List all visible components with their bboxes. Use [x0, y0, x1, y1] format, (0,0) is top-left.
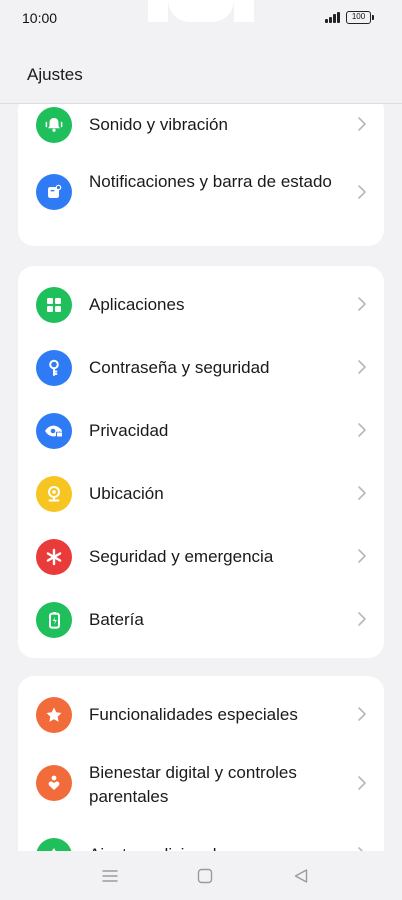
settings-item-label: Funcionalidades especiales	[89, 705, 298, 724]
apps-grid-icon	[36, 287, 72, 323]
page-header: Ajustes	[0, 38, 402, 103]
notch-frame	[148, 0, 168, 22]
settings-item-label: Batería	[89, 610, 144, 629]
heart-person-icon	[36, 765, 72, 801]
settings-group: Sonido y vibración Notificaciones y barr…	[18, 104, 384, 246]
chevron-right-icon	[358, 360, 366, 374]
settings-item-notifications[interactable]: Notificaciones y barra de estado	[18, 156, 384, 246]
chevron-right-icon	[358, 297, 366, 311]
settings-item-label: Contraseña y seguridad	[89, 358, 270, 377]
home-square-icon[interactable]	[196, 867, 214, 885]
chevron-right-icon	[358, 612, 366, 626]
menu-lines-icon[interactable]	[101, 867, 119, 885]
settings-list[interactable]: Sonido y vibración Notificaciones y barr…	[0, 104, 402, 851]
settings-item-special-features[interactable]: Funcionalidades especiales	[18, 684, 384, 747]
settings-item-password[interactable]: Contraseña y seguridad	[18, 337, 384, 400]
settings-item-label: Sonido y vibración	[89, 115, 228, 134]
signal-icon	[325, 12, 343, 23]
settings-item-digital-wellbeing[interactable]: Bienestar digital y controles parentales	[18, 747, 384, 833]
battery-icon	[36, 602, 72, 638]
page-title: Ajustes	[27, 65, 83, 84]
notification-icon	[36, 174, 72, 210]
chevron-right-icon	[358, 549, 366, 563]
navigation-bar	[0, 851, 402, 900]
star-icon	[36, 697, 72, 733]
settings-item-additional[interactable]: Ajustes adicionales	[18, 833, 384, 851]
settings-item-label: Privacidad	[89, 421, 169, 440]
settings-group: Aplicaciones Contraseña y seguridad Priv…	[18, 266, 384, 658]
location-pin-icon	[36, 476, 72, 512]
notch-frame	[234, 0, 254, 22]
settings-item-label: Ajustes adicionales	[89, 843, 339, 851]
chevron-right-icon	[358, 185, 366, 199]
settings-item-sound[interactable]: Sonido y vibración	[18, 104, 384, 156]
settings-item-label: Seguridad y emergencia	[89, 547, 274, 566]
chevron-right-icon	[358, 423, 366, 437]
asterisk-icon	[36, 539, 72, 575]
gear-icon	[36, 838, 72, 851]
status-time: 10:00	[22, 10, 58, 26]
chevron-right-icon	[358, 486, 366, 500]
settings-item-label: Aplicaciones	[89, 295, 185, 314]
battery-status-icon: 100	[346, 11, 374, 24]
bell-vibration-icon	[36, 107, 72, 143]
chevron-right-icon	[358, 117, 366, 131]
settings-item-privacy[interactable]: Privacidad	[18, 400, 384, 463]
back-triangle-icon[interactable]	[292, 867, 310, 885]
settings-item-apps[interactable]: Aplicaciones	[18, 274, 384, 337]
chevron-right-icon	[358, 776, 366, 790]
privacy-eye-icon	[36, 413, 72, 449]
key-icon	[36, 350, 72, 386]
settings-group: Funcionalidades especiales Bienestar dig…	[18, 676, 384, 851]
settings-item-emergency[interactable]: Seguridad y emergencia	[18, 526, 384, 589]
status-bar: 10:00 100	[0, 0, 402, 38]
settings-item-label: Notificaciones y barra de estado	[89, 172, 332, 191]
settings-item-label: Ubicación	[89, 484, 164, 503]
camera-notch	[168, 0, 234, 22]
settings-item-label: Bienestar digital y controles parentales	[89, 763, 297, 806]
settings-item-battery[interactable]: Batería	[18, 589, 384, 652]
settings-item-location[interactable]: Ubicación	[18, 463, 384, 526]
chevron-right-icon	[358, 707, 366, 721]
